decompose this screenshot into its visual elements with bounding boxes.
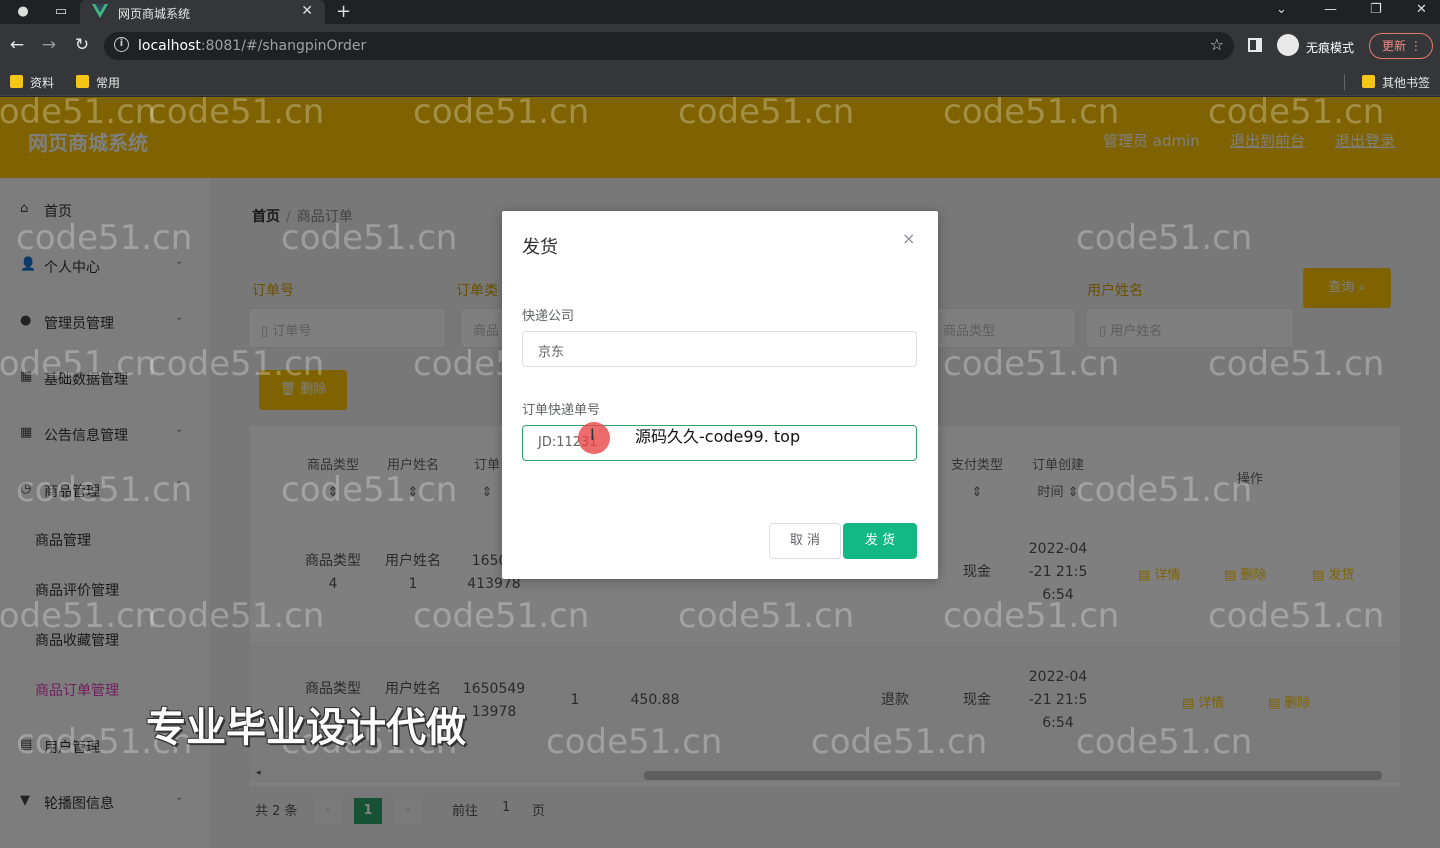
watermark-text: code51.cn xyxy=(943,92,1120,132)
window-close-icon[interactable]: ✕ xyxy=(1416,2,1427,17)
text-cursor-icon: I xyxy=(590,425,595,444)
address-bar: ← → ↻ i localhost:8081/#/shangpinOrder ☆… xyxy=(0,24,1440,68)
cancel-button[interactable]: 取 消 xyxy=(769,523,841,559)
side-panel-icon[interactable] xyxy=(1248,38,1262,52)
watermark-text: code51.cn xyxy=(1076,218,1253,258)
folder-icon xyxy=(1362,75,1375,88)
tab-title: 网页商城系统 xyxy=(118,7,191,21)
watermark-text: code51.cn xyxy=(546,722,723,762)
watermark-text: code51.cn xyxy=(678,92,855,132)
reload-icon[interactable]: ↻ xyxy=(71,35,93,55)
watermark-text: code51.cn xyxy=(1208,92,1385,132)
watermark-text: code51.cn xyxy=(413,596,590,636)
update-button[interactable]: 更新 ⋮ xyxy=(1369,33,1433,59)
express-company-input[interactable]: 京东 xyxy=(522,331,917,367)
watermark-text: code51.cn xyxy=(148,92,325,132)
chevron-down-icon[interactable]: ⌄ xyxy=(1276,2,1287,17)
watermark-text: code51.cn xyxy=(811,722,988,762)
watermark-text: code51.cn xyxy=(1076,722,1253,762)
folder-icon xyxy=(10,75,23,88)
watermark-text: code51.cn xyxy=(148,344,325,384)
bookmark-separator xyxy=(1344,74,1345,90)
minimize-icon[interactable]: — xyxy=(1324,2,1337,17)
ship-dialog: 发货 × 快递公司 京东 订单快递单号 JD:11231 I 源码久久-code… xyxy=(502,211,938,579)
forward-icon[interactable]: → xyxy=(38,35,60,55)
watermark-text: code51.cn xyxy=(1208,596,1385,636)
watermark-text: code51.cn xyxy=(0,596,157,636)
promo-overlay-text: 专业毕业设计代做 xyxy=(146,705,466,751)
watermark-text: code51.cn xyxy=(1076,470,1253,510)
source-watermark-text: 源码久久-code99. top xyxy=(635,427,801,446)
bookmark-folder-changyong[interactable]: 常用 xyxy=(76,74,120,91)
tab-close-icon[interactable]: ✕ xyxy=(301,3,313,19)
watermark-text: code51.cn xyxy=(1208,344,1385,384)
watermark-text: code51.cn xyxy=(0,92,157,132)
confirm-ship-button[interactable]: 发 货 xyxy=(843,523,917,559)
bookmark-folder-other[interactable]: 其他书签 xyxy=(1362,74,1430,91)
folder-icon xyxy=(76,75,89,88)
watermark-text: code51.cn xyxy=(281,470,458,510)
watermark-text: code51.cn xyxy=(413,92,590,132)
incognito-label: 无痕模式 xyxy=(1306,41,1355,55)
browser-tab[interactable]: 网页商城系统 ✕ xyxy=(80,0,325,24)
watermark-text: code51.cn xyxy=(943,344,1120,384)
label-tracking-no: 订单快递单号 xyxy=(522,403,601,418)
site-info-icon[interactable]: i xyxy=(114,37,129,52)
watermark-text: code51.cn xyxy=(281,218,458,258)
label-express-company: 快递公司 xyxy=(522,309,575,324)
vue-logo-icon xyxy=(92,4,108,18)
watermark-text: code51.cn xyxy=(678,596,855,636)
back-icon[interactable]: ← xyxy=(6,35,28,55)
new-tab-icon[interactable]: + xyxy=(336,1,351,22)
watermark-text: code51.cn xyxy=(148,596,325,636)
bookmark-folder-ziliao[interactable]: 资料 xyxy=(10,74,54,91)
watermark-text: code51.cn xyxy=(16,218,193,258)
watermark-text: code51.cn xyxy=(943,596,1120,636)
watermark-text: code51.cn xyxy=(16,470,193,510)
tab-search-icon[interactable]: ▭ xyxy=(52,3,70,21)
mouse-cursor-indicator: I xyxy=(578,422,610,454)
watermark-text: code51.cn xyxy=(0,344,157,384)
restore-icon[interactable]: ❐ xyxy=(1370,2,1382,17)
dialog-title: 发货 xyxy=(522,237,558,258)
url-bar[interactable]: i localhost:8081/#/shangpinOrder ☆ xyxy=(104,32,1234,60)
browser-tab-bar: ● ▭ 网页商城系统 ✕ + ⌄ — ❐ ✕ xyxy=(0,0,1440,24)
browser-menu-icon[interactable]: ● xyxy=(14,3,32,21)
incognito-icon[interactable] xyxy=(1277,34,1299,56)
bookmark-star-icon[interactable]: ☆ xyxy=(1210,35,1224,54)
close-icon[interactable]: × xyxy=(902,229,915,248)
url-text[interactable]: localhost:8081/#/shangpinOrder xyxy=(138,38,366,54)
